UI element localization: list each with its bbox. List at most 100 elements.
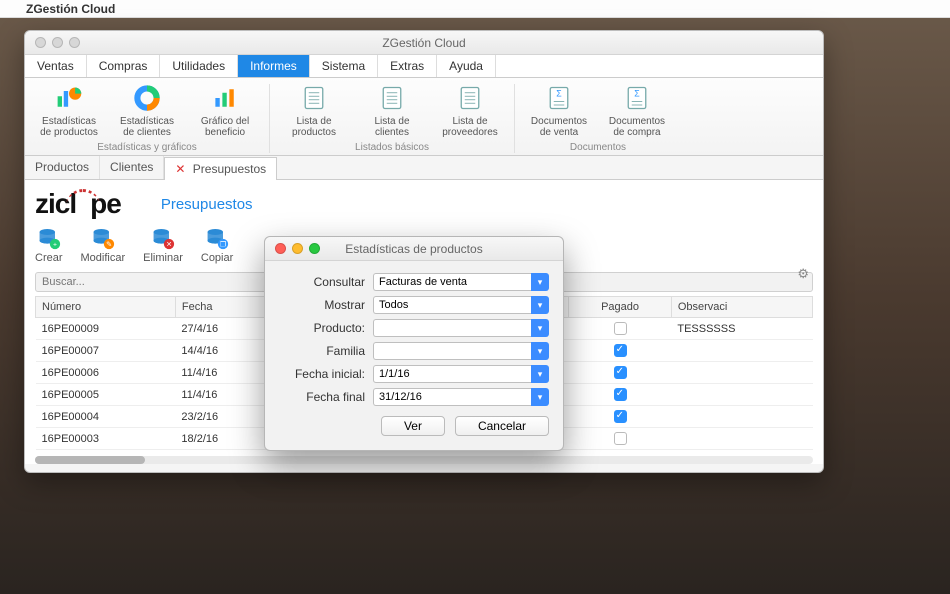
ribbon-lista-de-productos[interactable]: Lista de productos [282,84,346,138]
combo-input[interactable] [373,388,531,406]
svg-text:+: + [53,242,57,249]
section-title: Presupuestos [161,196,253,213]
svg-text:Σ: Σ [634,88,640,98]
db-pencil-icon: ✎ [91,226,115,250]
horizontal-scrollbar[interactable] [35,456,813,464]
col-observaci[interactable]: Observaci [671,297,812,318]
col-pagado[interactable]: Pagado [569,297,672,318]
ribbon-lista-de-clientes[interactable]: Lista de clientes [360,84,424,138]
db-x-icon: ✕ [151,226,175,250]
combo-fecha-inicial-: ▾ [373,365,549,383]
list-doc-icon [456,84,484,112]
ribbon-documentos-de-venta[interactable]: ΣDocumentos de venta [527,84,591,138]
col-n-mero[interactable]: Número [36,297,176,318]
checkbox-icon[interactable] [614,432,627,445]
chevron-down-icon[interactable]: ▾ [531,296,549,314]
ribbon-gr-fico-del-beneficio[interactable]: Gráfico del beneficio [193,84,257,138]
tab-informes[interactable]: Informes [238,55,310,77]
svg-text:❐: ❐ [220,241,226,249]
ribbon-documentos-de-compra[interactable]: ΣDocumentos de compra [605,84,669,138]
checkbox-icon[interactable] [614,410,627,423]
cancelar-button[interactable]: Cancelar [455,416,549,436]
field-label: Consultar [279,275,365,289]
ribbon: Estadísticas de productos Estadísticas de… [25,78,823,156]
doctab-productos[interactable]: Productos [25,156,100,179]
cell: 23/2/16 [175,406,273,428]
window-title: ZGestión Cloud [25,36,823,50]
field-label: Fecha inicial: [279,367,365,381]
dialog-titlebar[interactable]: Estadísticas de productos [265,237,563,261]
menubar-app-title[interactable]: ZGestión Cloud [26,2,115,16]
doc-sum-icon: Σ [545,84,573,112]
chevron-down-icon[interactable]: ▾ [531,365,549,383]
columns-icon [211,84,239,112]
list-doc-icon [378,84,406,112]
ribbon-group: ΣDocumentos de venta ΣDocumentos de compr… [515,84,681,153]
tab-ayuda[interactable]: Ayuda [437,55,496,77]
tab-compras[interactable]: Compras [87,55,161,77]
cell: 16PE00007 [36,340,176,362]
cell: 14/4/16 [175,340,273,362]
cell [671,428,812,450]
crear-button[interactable]: +Crear [35,226,63,264]
cell: 27/4/16 [175,318,273,340]
window-titlebar[interactable]: ZGestión Cloud [25,31,823,55]
cell [671,362,812,384]
cell: 11/4/16 [175,362,273,384]
chevron-down-icon[interactable]: ▾ [531,342,549,360]
stats-dialog: Estadísticas de productos Consultar▾Most… [264,236,564,451]
toolbar2-label: Modificar [81,252,126,264]
ribbon-label: Estadísticas de productos [37,116,101,138]
field-label: Familia [279,344,365,358]
list-doc-icon [300,84,328,112]
combo-producto-: ▾ [373,319,549,337]
combo-input[interactable] [373,273,531,291]
chevron-down-icon[interactable]: ▾ [531,319,549,337]
chevron-down-icon[interactable]: ▾ [531,273,549,291]
tab-ventas[interactable]: Ventas [25,55,87,77]
ribbon-lista-de-proveedores[interactable]: Lista de proveedores [438,84,502,138]
doctab-clientes[interactable]: Clientes [100,156,164,179]
ribbon-estad-sticas-de-clientes[interactable]: Estadísticas de clientes [115,84,179,138]
tab-extras[interactable]: Extras [378,55,437,77]
macos-menubar: ZGestión Cloud [0,0,950,18]
settings-icon[interactable]: ⚙ [797,266,809,282]
db-plus-icon: + [37,226,61,250]
copiar-button[interactable]: ❐Copiar [201,226,233,264]
ribbon-group: Estadísticas de productos Estadísticas de… [25,84,270,153]
cell [569,340,672,362]
main-tabs: VentasComprasUtilidadesInformesSistemaEx… [25,55,823,78]
col-fecha[interactable]: Fecha [175,297,273,318]
cell: 16PE00009 [36,318,176,340]
tab-sistema[interactable]: Sistema [310,55,378,77]
checkbox-icon[interactable] [614,388,627,401]
ribbon-group-label: Estadísticas y gráficos [97,142,196,153]
svg-text:Σ: Σ [556,88,562,98]
checkbox-icon[interactable] [614,366,627,379]
dialog-field: Familia ▾ [279,342,549,360]
combo-mostrar: ▾ [373,296,549,314]
checkbox-icon[interactable] [614,322,627,335]
ribbon-group-label: Listados básicos [355,142,429,153]
doctab-presupuestos[interactable]: ✕ Presupuestos [164,157,277,180]
combo-input[interactable] [373,319,531,337]
ribbon-estad-sticas-de-productos[interactable]: Estadísticas de productos [37,84,101,138]
db-copy-icon: ❐ [205,226,229,250]
combo-input[interactable] [373,365,531,383]
ribbon-label: Estadísticas de clientes [115,116,179,138]
combo-fecha-final: ▾ [373,388,549,406]
ribbon-group: Lista de productos Lista de clientes Lista… [270,84,515,153]
close-tab-icon[interactable]: ✕ [175,162,185,176]
eliminar-button[interactable]: ✕Eliminar [143,226,183,264]
tab-utilidades[interactable]: Utilidades [160,55,238,77]
cell: TESSSSSS [671,318,812,340]
modificar-button[interactable]: ✎ Modificar [81,226,126,264]
chevron-down-icon[interactable]: ▾ [531,388,549,406]
combo-consultar: ▾ [373,273,549,291]
ver-button[interactable]: Ver [381,416,445,436]
combo-input[interactable] [373,296,531,314]
checkbox-icon[interactable] [614,344,627,357]
dialog-field: Producto:▾ [279,319,549,337]
combo-input[interactable] [373,342,531,360]
cell [569,384,672,406]
